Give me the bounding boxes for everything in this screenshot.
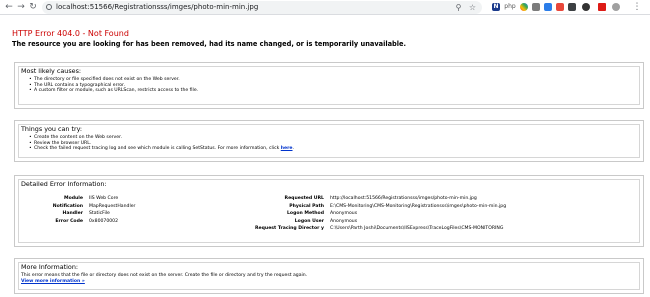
angular-icon[interactable] (598, 3, 606, 11)
more-info-heading: More Information: (21, 263, 79, 271)
back-arrow-icon[interactable]: ← (4, 2, 14, 12)
detail-row-logon-user: Logon User Anonymous (294, 218, 358, 224)
detail-row-tracing-directory: Request Tracing Director y C:\Users\Parth… (254, 226, 504, 232)
detail-row-physical-path: Physical Path E:\CMS-Monitoring\CMS-Monit… (289, 203, 507, 209)
extension-circle-icon[interactable] (582, 3, 590, 11)
info-icon[interactable] (46, 4, 52, 10)
causes-list: The directory or file specified does not… (29, 77, 198, 94)
extension-color-icon[interactable] (520, 3, 528, 11)
detail-row-logon-method: Logon Method Anonymous (287, 211, 358, 217)
more-info-panel: More Information: This error means that … (14, 258, 644, 294)
bookmark-star-icon[interactable]: ☆ (468, 3, 477, 12)
detail-row-error-code: Error Code 0x80070002 (55, 218, 119, 224)
error-description: The resource you are looking for has bee… (12, 40, 407, 48)
try-heading: Things you can try: (21, 125, 83, 133)
address-bar[interactable]: localhost:51566/Registrationsss/imges/ph… (42, 1, 482, 14)
details-heading: Detailed Error Information: (21, 180, 107, 188)
profile-avatar-icon[interactable] (612, 3, 620, 11)
causes-heading: Most likely causes: (21, 67, 82, 75)
view-more-info-link[interactable]: View more information » (21, 279, 85, 284)
try-panel: Things you can try: Create the content o… (14, 120, 644, 162)
extension-n-icon[interactable]: N (492, 3, 500, 11)
extension-dark-icon[interactable] (568, 3, 576, 11)
details-left-column: Module IIS Web Core Notification MapReques… (15, 195, 136, 225)
detail-row-module: Module IIS Web Core (64, 196, 119, 201)
zoom-icon[interactable]: ⚲ (454, 3, 463, 12)
detail-row-handler: Handler StaticFile (62, 211, 110, 217)
list-item: A custom filter or module, such as URLSc… (29, 88, 198, 94)
details-panel: Detailed Error Information: Module IIS We… (14, 175, 644, 247)
detail-row-notification: Notification MapRequestHandler (52, 203, 136, 209)
tracing-log-suffix: . (292, 146, 294, 152)
causes-panel: Most likely causes: The directory or fil… (14, 62, 644, 109)
address-bar-url[interactable]: localhost:51566/Registrationsss/imges/ph… (56, 2, 258, 13)
more-info-body: This error means that the file or direct… (21, 273, 307, 285)
list-item: Check the failed request tracing log and… (29, 146, 294, 152)
here-link[interactable]: here (281, 146, 293, 151)
menu-kebab-icon[interactable]: ⋮ (632, 2, 642, 12)
reload-icon[interactable]: ↻ (28, 2, 38, 12)
extension-php-icon[interactable]: php (504, 3, 516, 11)
extension-red-icon[interactable] (556, 3, 564, 11)
browser-toolbar: ← → ↻ localhost:51566/Registrationsss/im… (0, 0, 650, 15)
extension-grey-icon[interactable] (532, 3, 540, 11)
extension-blue-icon[interactable] (544, 3, 552, 11)
try-list: Create the content on the Web server. Re… (29, 135, 294, 152)
forward-arrow-icon[interactable]: → (16, 2, 26, 12)
tracing-log-text: Check the failed request tracing log and… (34, 146, 281, 152)
details-right-column: Requested URL http://localhost:51566/Regi… (230, 195, 506, 233)
detail-row-requested-url: Requested URL http://localhost:51566/Regi… (284, 196, 477, 201)
error-title: HTTP Error 404.0 - Not Found (12, 29, 129, 38)
